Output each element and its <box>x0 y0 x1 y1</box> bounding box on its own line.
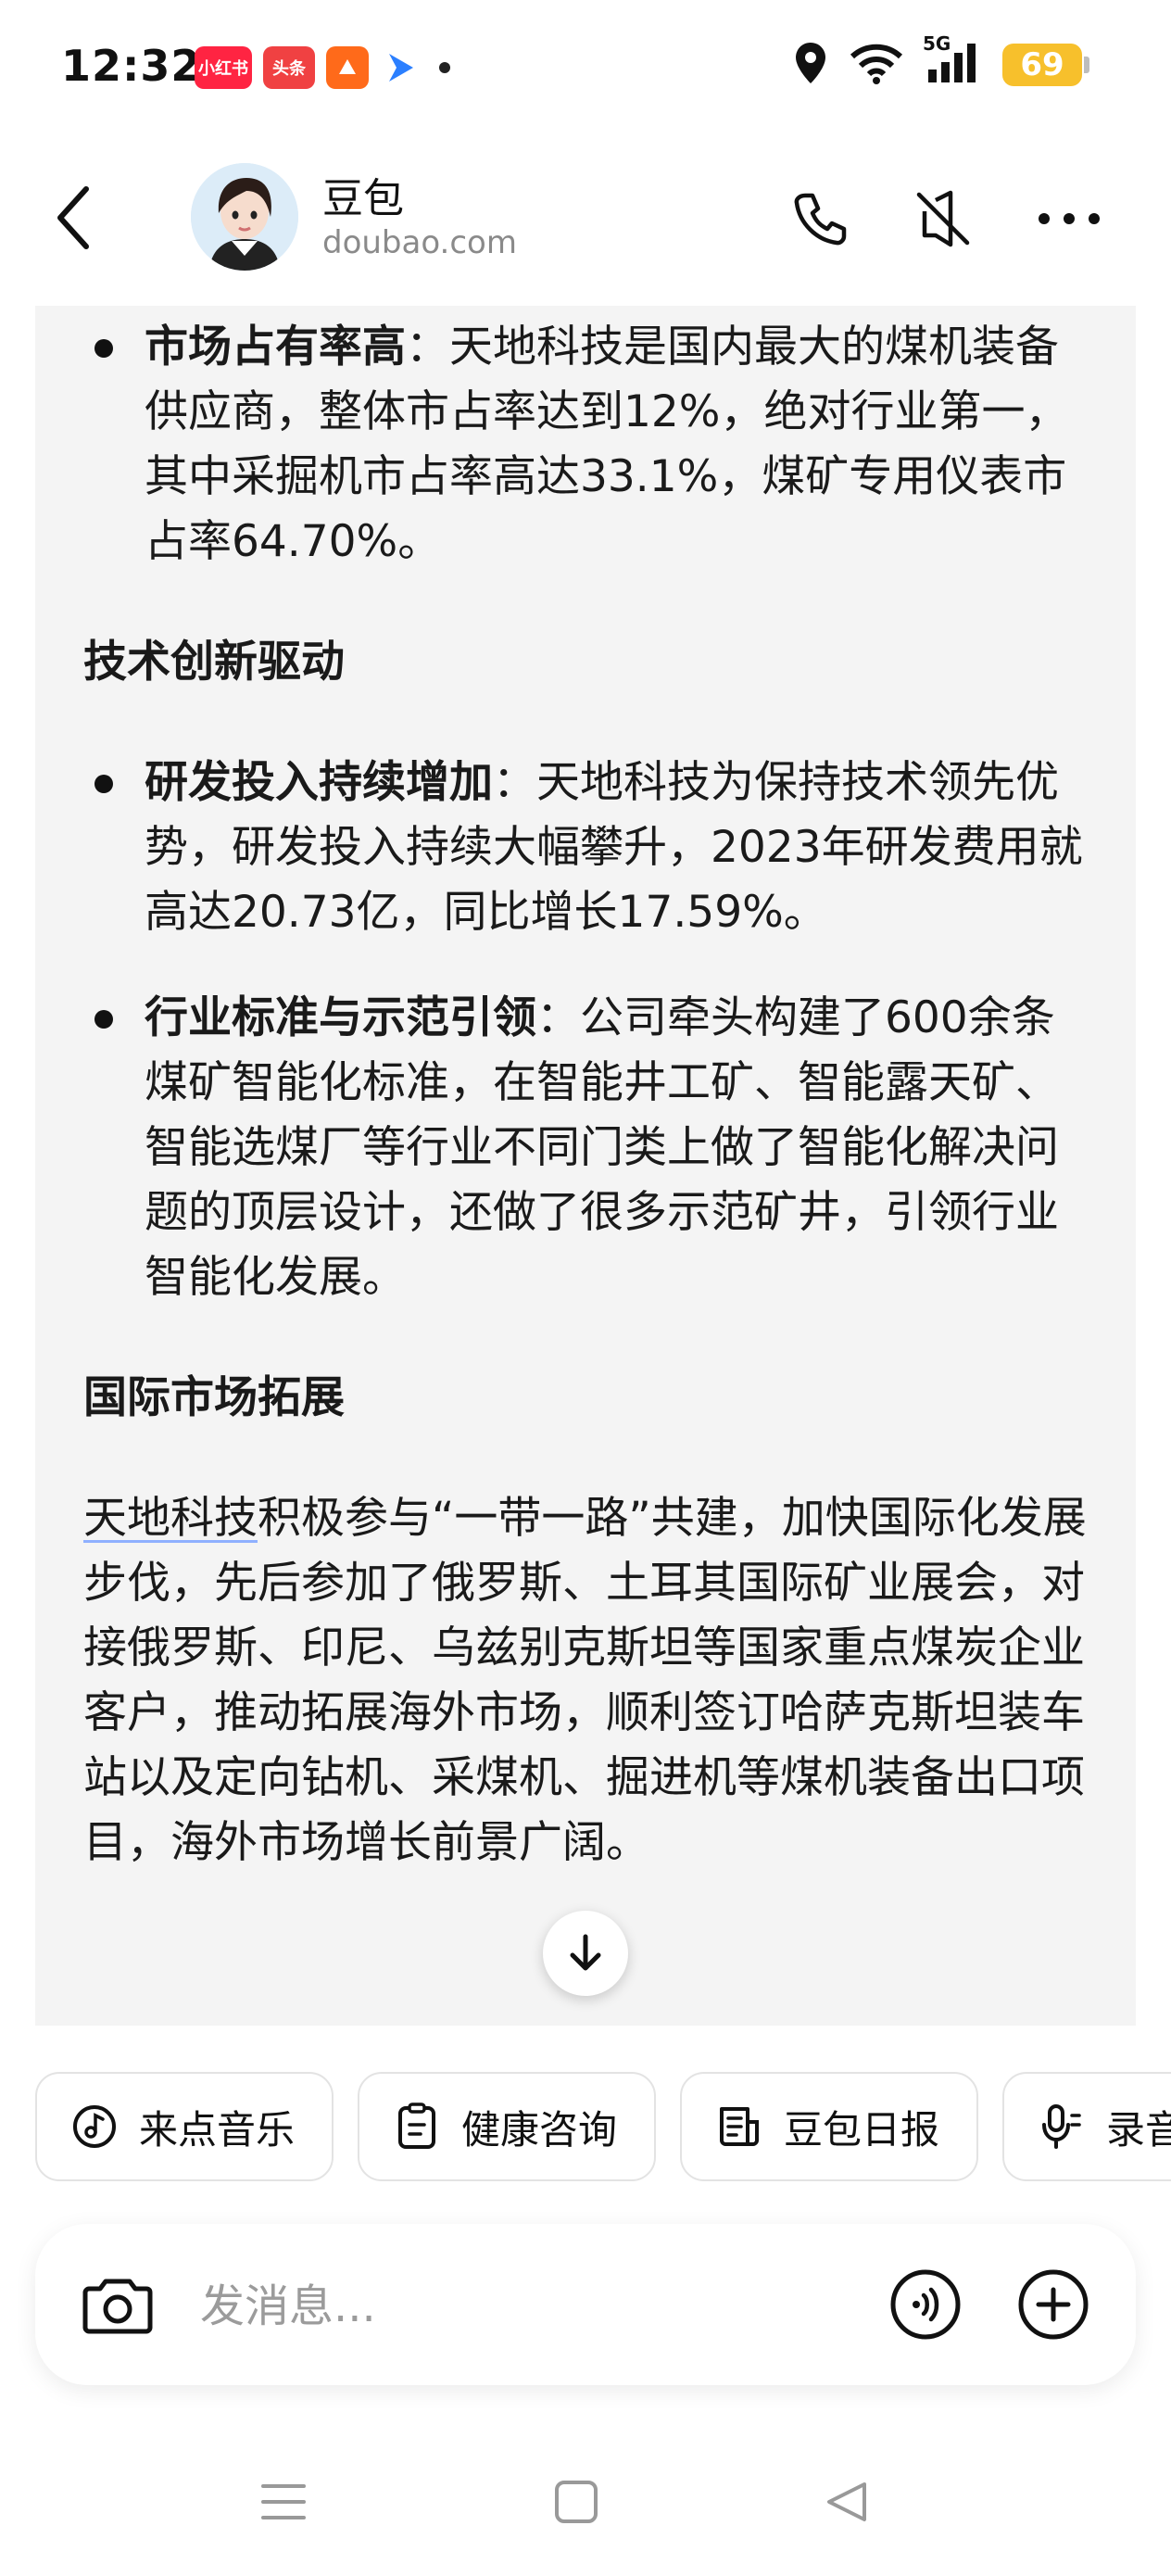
bullet-heading: 行业标准与示范引领 <box>145 992 536 1043</box>
menu-lines-icon <box>261 2484 306 2519</box>
recent-apps-button[interactable] <box>246 2465 321 2539</box>
list-item: 市场占有率高：天地科技是国内最大的煤机装备供应商，整体市占率达到12%，绝对行业… <box>83 315 1093 575</box>
notification-icons: 小红书 头条 <box>195 46 450 89</box>
arrow-down-icon <box>570 1934 601 1971</box>
message-composer <box>35 2224 1136 2385</box>
chip-daily-report[interactable]: 豆包日报 <box>680 2072 978 2181</box>
back-triangle-icon <box>827 2482 866 2521</box>
location-icon <box>793 41 828 89</box>
scroll-to-bottom-button[interactable] <box>543 1911 628 1996</box>
more-notifications-dot <box>439 62 450 73</box>
microphone-icon <box>1034 2099 1089 2154</box>
list-item: 研发投入持续增加：天地科技为保持技术领先优势，研发投入持续大幅攀升，2023年研… <box>83 751 1093 945</box>
app-blue-arrow-icon <box>380 46 422 89</box>
voice-call-button[interactable] <box>886 2265 965 2344</box>
list-item: 行业标准与示范引领：公司牵头构建了600余条煤矿智能化标准，在智能井工矿、智能露… <box>83 986 1093 1310</box>
section-heading: 技术创新驱动 <box>83 637 345 688</box>
clipboard-icon <box>389 2099 445 2154</box>
cellular-signal-icon: 5G <box>923 32 982 88</box>
app-orange-icon <box>326 46 369 89</box>
message-content: 市场占有率高：天地科技是国内最大的煤机装备供应商，整体市占率达到12%，绝对行业… <box>83 315 1093 1875</box>
chip-label: 健康咨询 <box>461 2106 618 2153</box>
assistant-message-bubble: 市场占有率高：天地科技是国内最大的煤机装备供应商，整体市占率达到12%，绝对行业… <box>35 306 1136 2026</box>
music-icon <box>67 2099 122 2154</box>
voice-wave-icon <box>890 2269 961 2340</box>
home-square-icon <box>555 2481 598 2523</box>
section-heading: 国际市场拓展 <box>83 1372 345 1423</box>
home-button[interactable] <box>539 2465 613 2539</box>
entity-link[interactable]: 天地科技 <box>83 1493 258 1544</box>
system-back-button[interactable] <box>810 2465 884 2539</box>
plus-icon <box>1018 2269 1089 2340</box>
back-button[interactable] <box>41 176 106 259</box>
phone-call-button[interactable] <box>784 182 858 256</box>
system-navigation-bar <box>0 2446 1171 2557</box>
chip-label: 录音 <box>1106 2106 1171 2153</box>
more-options-button[interactable] <box>1032 182 1106 256</box>
back-arrow-icon <box>57 186 89 249</box>
chat-screen: 12:32 小红书 头条 5G 69 豆包 doubao.com 市场占有率高：… <box>0 0 1171 2576</box>
chip-recording[interactable]: 录音 <box>1002 2072 1171 2181</box>
camera-icon <box>82 2279 153 2334</box>
chip-health[interactable]: 健康咨询 <box>358 2072 656 2181</box>
avatar[interactable] <box>191 163 298 271</box>
contact-domain: doubao.com <box>322 224 517 261</box>
xiaohongshu-icon: 小红书 <box>195 46 252 89</box>
toutiao-icon: 头条 <box>263 46 315 89</box>
mute-speaker-button[interactable] <box>906 182 980 256</box>
suggestion-chips: 来点音乐 健康咨询 豆包日报 录音 <box>35 2072 1171 2185</box>
paragraph: 天地科技积极参与“一带一路”共建，加快国际化发展步伐，先后参加了俄罗斯、土耳其国… <box>83 1486 1093 1875</box>
newspaper-icon <box>711 2099 767 2154</box>
phone-icon <box>794 193 847 246</box>
chip-label: 来点音乐 <box>139 2106 296 2153</box>
camera-button[interactable] <box>78 2265 157 2344</box>
status-indicators: 5G 69 <box>793 32 1089 89</box>
network-type: 5G <box>923 32 951 55</box>
chip-music[interactable]: 来点音乐 <box>35 2072 334 2181</box>
chat-header: 豆包 doubao.com <box>0 148 1171 287</box>
paragraph-text: 积极参与“一带一路”共建，加快国际化发展步伐，先后参加了俄罗斯、土耳其国际矿业展… <box>83 1493 1087 1868</box>
add-attachment-button[interactable] <box>1014 2265 1093 2344</box>
message-input[interactable] <box>198 2270 850 2342</box>
status-bar: 12:32 小红书 头条 5G 69 <box>0 0 1171 139</box>
bullet-heading: 市场占有率高 <box>145 322 406 373</box>
battery-indicator: 69 <box>1002 44 1089 86</box>
chip-label: 豆包日报 <box>784 2106 940 2153</box>
bullet-heading: 研发投入持续增加 <box>145 757 493 808</box>
speaker-muted-icon <box>916 190 970 247</box>
contact-name: 豆包 <box>322 175 404 222</box>
status-time: 12:32 <box>61 41 202 91</box>
more-dots-icon <box>1039 213 1100 224</box>
wifi-icon <box>849 42 904 88</box>
